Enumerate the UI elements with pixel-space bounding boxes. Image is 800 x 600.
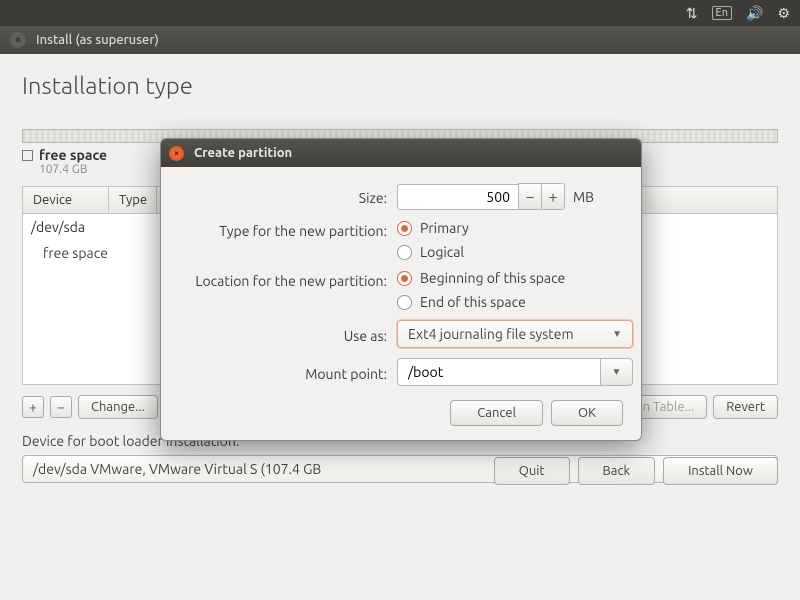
window-title: Install (as superuser) (36, 33, 159, 47)
cancel-button[interactable]: Cancel (450, 400, 543, 426)
partition-location-label: Location for the new partition: (179, 270, 397, 289)
column-device[interactable]: Device (23, 187, 109, 213)
radio-icon (397, 295, 412, 310)
radio-beginning[interactable]: Beginning of this space (397, 270, 623, 286)
install-now-button[interactable]: Install Now (663, 457, 778, 485)
dialog-titlebar: × Create partition (161, 139, 641, 167)
column-type[interactable]: Type (109, 187, 157, 213)
radio-primary[interactable]: Primary (397, 220, 623, 236)
network-icon[interactable]: ⇅ (686, 5, 698, 22)
create-partition-dialog: × Create partition Size: − + MB Type for… (160, 138, 642, 441)
language-indicator[interactable]: En (712, 6, 732, 20)
size-decrement-button[interactable]: − (518, 183, 542, 210)
radio-icon (397, 271, 412, 286)
wizard-footer: Quit Back Install Now (494, 457, 778, 485)
radio-logical[interactable]: Logical (397, 244, 623, 260)
remove-partition-button[interactable]: − (50, 396, 72, 418)
dialog-close-icon[interactable]: × (169, 146, 184, 161)
use-as-value: Ext4 journaling file system (408, 326, 574, 342)
legend-swatch (22, 150, 33, 161)
size-label: Size: (179, 187, 397, 206)
revert-button[interactable]: Revert (713, 395, 778, 419)
mount-point-label: Mount point: (179, 363, 397, 382)
volume-icon[interactable]: 🔊 (746, 5, 763, 22)
legend-size: 107.4 GB (39, 163, 107, 176)
radio-icon (397, 221, 412, 236)
chevron-down-icon: ▼ (612, 328, 622, 340)
partition-type-label: Type for the new partition: (179, 220, 397, 239)
mount-point-input[interactable] (397, 358, 601, 386)
page-heading: Installation type (22, 72, 778, 99)
legend-name: free space (39, 147, 107, 163)
radio-icon (397, 245, 412, 260)
bootloader-value: /dev/sda VMware, VMware Virtual S (107.4… (33, 461, 321, 477)
ok-button[interactable]: OK (551, 400, 623, 426)
radio-end[interactable]: End of this space (397, 294, 623, 310)
add-partition-button[interactable]: + (22, 396, 44, 418)
back-button[interactable]: Back (578, 457, 656, 485)
size-input[interactable] (397, 184, 519, 210)
change-button[interactable]: Change... (78, 395, 158, 419)
size-unit: MB (573, 189, 594, 205)
mount-point-dropdown-button[interactable]: ▼ (601, 358, 633, 386)
quit-button[interactable]: Quit (494, 457, 570, 485)
use-as-label: Use as: (179, 325, 397, 344)
use-as-select[interactable]: Ext4 journaling file system ▼ (397, 320, 633, 348)
gear-icon[interactable]: ⚙ (777, 5, 790, 22)
system-menubar: ⇅ En 🔊 ⚙ (0, 0, 800, 26)
dialog-title: Create partition (194, 146, 292, 160)
window-titlebar: × Install (as superuser) (0, 26, 800, 54)
size-increment-button[interactable]: + (541, 183, 565, 210)
chevron-down-icon: ▼ (612, 366, 622, 378)
close-icon[interactable]: × (10, 32, 26, 48)
